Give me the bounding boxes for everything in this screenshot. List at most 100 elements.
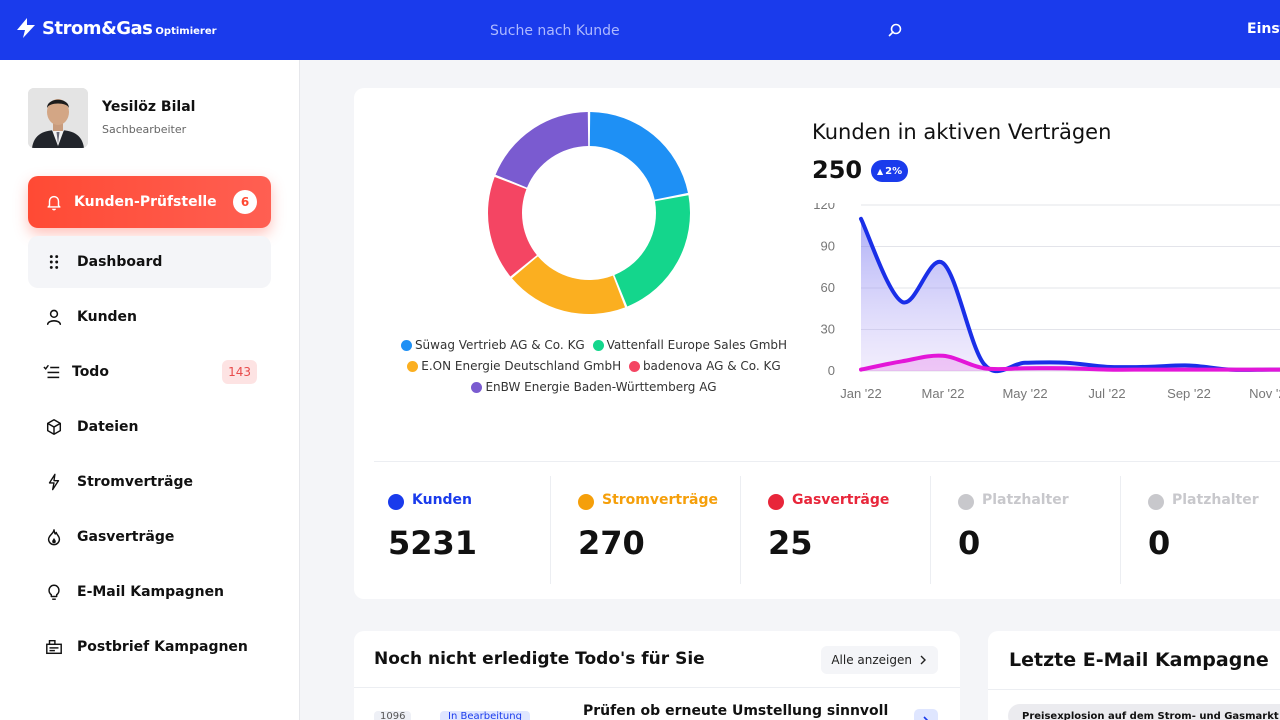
legend-dot: [471, 382, 483, 393]
legend-label: Süwag Vertrieb AG & Co. KG: [414, 338, 585, 352]
todo-text: Prüfen ob erneute Umstellung sinnvoll: [583, 703, 889, 719]
mailbox-icon: [44, 637, 64, 657]
status-dot: [1148, 494, 1164, 510]
nav-email-kampagnen[interactable]: E-Mail Kampagnen: [28, 566, 271, 618]
x-tick-label: Nov '22: [1249, 386, 1280, 401]
stat-value: 270: [578, 524, 645, 562]
legend-item[interactable]: EnBW Energie Baden-Württemberg AG: [471, 378, 717, 397]
donut-slice[interactable]: [511, 256, 626, 314]
status-dot: [388, 494, 404, 510]
alert-count-badge: 6: [233, 190, 257, 214]
legend-label: E.ON Energie Deutschland GmbH: [421, 359, 622, 373]
divider: [550, 476, 551, 584]
logo-main-text: Strom&Gas: [42, 17, 153, 39]
divider: [354, 687, 960, 688]
growth-badge: ▲ 2%: [871, 160, 909, 182]
todo-count-badge: 143: [222, 360, 257, 384]
campaign-chip[interactable]: Preisexplosion auf dem Strom- und Gasmar…: [1008, 704, 1280, 720]
nav-postbrief-kampagnen[interactable]: Postbrief Kampagnen: [28, 621, 271, 673]
flame-icon: [44, 527, 64, 547]
divider: [740, 476, 741, 584]
legend-item[interactable]: badenova AG & Co. KG: [628, 357, 781, 376]
settings-link[interactable]: Einst: [1247, 21, 1280, 37]
x-tick-label: May '22: [1002, 386, 1047, 401]
nav-label: Gasverträge: [77, 529, 175, 545]
nav-dashboard[interactable]: Dashboard: [28, 236, 271, 288]
stat-value: 25: [768, 524, 813, 562]
show-all-button[interactable]: Alle anzeigen: [821, 646, 938, 674]
user-icon: [44, 307, 64, 327]
stat-stromvertraege[interactable]: Stromverträge 270: [564, 476, 754, 584]
logo-sub-text: Optimierer: [155, 25, 217, 37]
nav-stromvertraege[interactable]: Stromverträge: [28, 456, 271, 508]
lightning-logo-icon: [17, 18, 35, 38]
box-icon: [44, 417, 64, 437]
logo[interactable]: Strom&Gas Optimierer: [14, 16, 217, 40]
y-tick-label: 0: [828, 363, 835, 378]
donut-slice[interactable]: [614, 195, 690, 307]
stat-label: Stromverträge: [602, 492, 718, 508]
lightning-icon: [44, 472, 64, 492]
stat-value: 5231: [388, 524, 478, 562]
nav-kunden[interactable]: Kunden: [28, 291, 271, 343]
y-tick-label: 30: [821, 322, 835, 337]
user-role: Sachbearbeiter: [102, 123, 187, 136]
search-input[interactable]: [490, 20, 880, 42]
donut-slice[interactable]: [495, 112, 589, 188]
nav-label: Kunden: [77, 309, 138, 325]
nav-label: Dashboard: [77, 254, 163, 270]
nav-kunden-pruefstelle[interactable]: Kunden-Prüfstelle 6: [28, 176, 271, 228]
donut-slice[interactable]: [488, 176, 537, 277]
show-all-label: Alle anzeigen: [831, 653, 912, 667]
nav-label: Kunden-Prüfstelle: [74, 194, 217, 210]
stat-platzhalter[interactable]: Platzhalter 0: [1134, 476, 1280, 584]
stat-kunden[interactable]: Kunden 5231: [374, 476, 564, 584]
overview-card: Süwag Vertrieb AG & Co. KG Vattenfall Eu…: [354, 88, 1280, 599]
arrow-up-icon: ▲: [877, 166, 884, 176]
nav-gasvertraege[interactable]: Gasverträge: [28, 511, 271, 563]
legend-label: Vattenfall Europe Sales GmbH: [606, 338, 788, 352]
search-icon[interactable]: [887, 22, 903, 38]
nav-todo[interactable]: Todo 143: [28, 346, 271, 398]
todo-status-badge: In Bearbeitung: [440, 711, 530, 720]
x-tick-label: Jul '22: [1088, 386, 1125, 401]
sidebar: Yesilöz Bilal Sachbearbeiter Kunden-Prüf…: [0, 60, 300, 720]
stat-platzhalter[interactable]: Platzhalter 0: [944, 476, 1134, 584]
nav-label: E-Mail Kampagnen: [77, 584, 225, 600]
nav-label: Dateien: [77, 419, 139, 435]
divider: [374, 461, 1280, 462]
user-name: Yesilöz Bilal: [102, 99, 196, 115]
stat-gasvertraege[interactable]: Gasverträge 25: [754, 476, 944, 584]
status-dot: [958, 494, 974, 510]
status-dot: [578, 494, 594, 510]
donut-legend: Süwag Vertrieb AG & Co. KG Vattenfall Eu…: [384, 336, 804, 399]
legend-dot: [628, 361, 640, 372]
x-tick-label: Mar '22: [922, 386, 965, 401]
x-tick-label: Sep '22: [1167, 386, 1211, 401]
todos-title: Noch nicht erledigte Todo's für Sie: [374, 649, 705, 669]
avatar-image: [28, 88, 88, 148]
stat-label: Gasverträge: [792, 492, 890, 508]
avatar: [28, 88, 88, 148]
legend-item[interactable]: Süwag Vertrieb AG & Co. KG: [400, 336, 585, 355]
series-area: [861, 218, 1280, 372]
bell-icon: [44, 192, 64, 212]
nav-label: Postbrief Kampagnen: [77, 639, 248, 655]
todo-id-badge: 1096: [374, 711, 412, 720]
stat-label: Kunden: [412, 492, 473, 508]
provider-donut-chart: [488, 112, 690, 314]
legend-item[interactable]: Vattenfall Europe Sales GmbH: [592, 336, 788, 355]
x-tick-label: Jan '22: [840, 386, 882, 401]
legend-item[interactable]: E.ON Energie Deutschland GmbH: [407, 357, 621, 376]
lightbulb-icon: [44, 582, 64, 602]
nav-label: Stromverträge: [77, 474, 193, 490]
stat-value: 0: [1148, 524, 1171, 562]
todo-open-button[interactable]: [914, 709, 938, 720]
donut-slice[interactable]: [589, 112, 688, 200]
customers-line-chart: 0 30 60 90 120 Jan '22 Mar '22 May '22 Jul '22 Se…: [813, 203, 1280, 401]
chevron-right-icon: [920, 655, 926, 665]
nav-dateien[interactable]: Dateien: [28, 401, 271, 453]
email-campaign-title: Letzte E-Mail Kampagne: [1009, 649, 1269, 671]
stat-label: Platzhalter: [1172, 492, 1259, 508]
legend-dot: [592, 340, 604, 351]
